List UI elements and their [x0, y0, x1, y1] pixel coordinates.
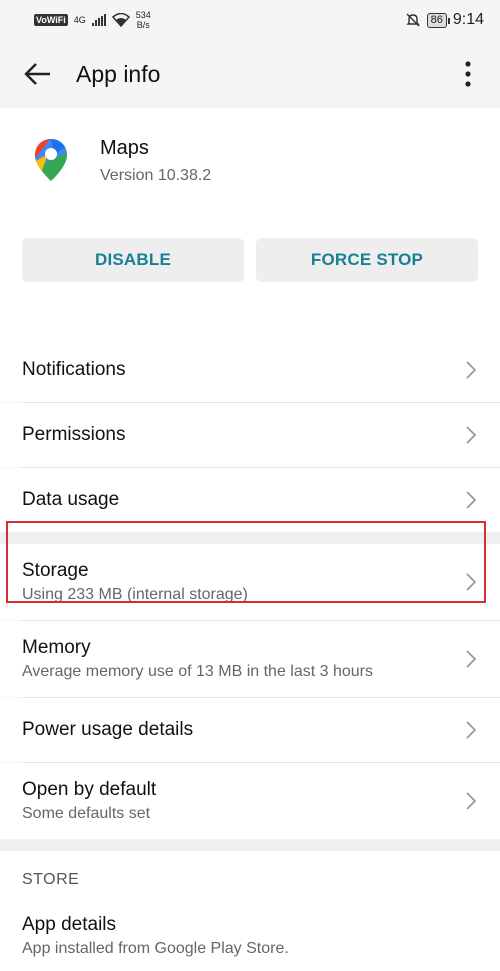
network-type: 4G [73, 14, 86, 25]
action-buttons: DISABLE FORCE STOP [0, 218, 500, 302]
app-bar: App info [0, 40, 500, 108]
item-label: Notifications [22, 359, 126, 380]
list-item-permissions[interactable]: Permissions [0, 403, 500, 467]
item-label: Power usage details [22, 719, 194, 740]
clock: 9:14 [452, 11, 484, 28]
item-label: Data usage [22, 489, 120, 510]
spacer [0, 302, 500, 338]
speed-value: 534 [135, 10, 151, 20]
more-options-button[interactable] [446, 52, 490, 96]
item-label: App details [22, 914, 117, 935]
section-gap [0, 839, 500, 851]
chevron-right-icon [466, 721, 477, 739]
list-item-app-details[interactable]: App details App installed from Google Pl… [0, 901, 500, 971]
app-version: Version 10.38.2 [100, 167, 212, 184]
signal-icon [91, 14, 106, 26]
list-item-storage[interactable]: Storage Using 233 MB (internal storage) [0, 544, 500, 620]
app-name: Maps [100, 137, 149, 159]
network-speed: 534 B/s [136, 10, 151, 30]
item-subtitle: Using 233 MB (internal storage) [22, 586, 248, 603]
item-label: Storage [22, 560, 89, 581]
list-item-power-usage[interactable]: Power usage details [0, 698, 500, 762]
wifi-icon [111, 13, 130, 27]
app-header-card: Maps Version 10.38.2 DISABLE FORCE STOP [0, 108, 500, 338]
page-title: App info [76, 60, 161, 87]
section-title-store: STORE [0, 851, 500, 901]
item-subtitle: App installed from Google Play Store. [22, 940, 289, 957]
app-header: Maps Version 10.38.2 [0, 108, 500, 218]
section-gap [0, 532, 500, 544]
back-button[interactable] [22, 58, 54, 90]
speed-unit: B/s [136, 20, 150, 30]
google-maps-icon [35, 139, 67, 181]
disable-button[interactable]: DISABLE [22, 238, 244, 282]
item-subtitle: Some defaults set [22, 805, 151, 822]
back-arrow-icon [24, 63, 50, 85]
item-subtitle: Average memory use of 13 MB in the last … [22, 663, 373, 680]
list-item-data-usage[interactable]: Data usage [0, 468, 500, 532]
item-label: Permissions [22, 424, 126, 445]
status-left: VoWiFi 4G 534 B/s [34, 10, 151, 30]
status-bar: VoWiFi 4G 534 B/s 86 9:14 [0, 0, 500, 40]
force-stop-button[interactable]: FORCE STOP [256, 238, 478, 282]
chevron-right-icon [466, 792, 477, 810]
chevron-right-icon [466, 426, 477, 444]
list-item-memory[interactable]: Memory Average memory use of 13 MB in th… [0, 621, 500, 697]
item-label: Open by default [22, 779, 157, 800]
more-vert-icon [465, 61, 471, 87]
chevron-right-icon [466, 361, 477, 379]
chevron-right-icon [466, 573, 477, 591]
list-item-open-by-default[interactable]: Open by default Some defaults set [0, 763, 500, 839]
mute-bell-icon [405, 13, 420, 27]
list-item-notifications[interactable]: Notifications [0, 338, 500, 402]
item-label: Memory [22, 637, 91, 658]
vowifi-badge: VoWiFi [34, 14, 68, 26]
battery-icon: 86 [426, 12, 451, 28]
status-right: 86 9:14 [405, 11, 484, 29]
chevron-right-icon [466, 491, 477, 509]
chevron-right-icon [466, 650, 477, 668]
